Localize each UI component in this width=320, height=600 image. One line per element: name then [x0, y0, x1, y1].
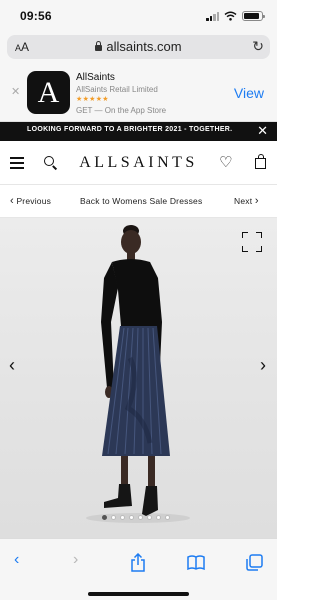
back-to-category-link[interactable]: Back to Womens Sale Dresses	[80, 196, 202, 206]
promo-banner: LOOKING FORWARD TO A BRIGHTER 2021 - TOG…	[0, 122, 277, 141]
gallery-dot[interactable]	[129, 515, 134, 520]
brand-logo[interactable]: ALLSAINTS	[0, 154, 277, 172]
product-navigation: ‹ Previous Back to Womens Sale Dresses N…	[0, 185, 277, 218]
gallery-dot[interactable]	[165, 515, 170, 520]
gallery-prev-icon[interactable]: ‹	[9, 355, 15, 376]
model-figure	[86, 225, 190, 523]
battery-level	[244, 13, 260, 19]
gallery-dot[interactable]	[138, 515, 143, 520]
previous-link[interactable]: ‹ Previous	[10, 195, 52, 207]
app-get-text: GET — On the App Store	[76, 106, 167, 115]
chevron-right-icon: ›	[254, 195, 259, 207]
product-image-gallery[interactable]: ‹ ›	[0, 218, 277, 538]
next-link[interactable]: Next ›	[234, 195, 259, 207]
url-text: allsaints.com	[106, 39, 182, 54]
forward-icon[interactable]: ›	[73, 551, 78, 569]
status-icons	[206, 11, 265, 21]
share-icon[interactable]	[130, 553, 146, 572]
status-time: 09:56	[20, 9, 52, 23]
gallery-dot[interactable]	[111, 515, 116, 520]
wifi-icon	[224, 11, 237, 21]
home-indicator	[88, 592, 189, 596]
app-company: AllSaints Retail Limited	[76, 85, 158, 94]
battery-icon	[242, 11, 265, 21]
browser-address-area: AA allsaints.com ↻	[0, 34, 277, 64]
site-header: ALLSAINTS ♡	[0, 141, 277, 185]
previous-label: Previous	[16, 196, 52, 206]
app-banner: ✕ A AllSaints AllSaints Retail Limited ★…	[0, 64, 277, 122]
gallery-dot[interactable]	[147, 515, 152, 520]
app-name: AllSaints	[76, 72, 115, 83]
gallery-next-icon[interactable]: ›	[260, 355, 266, 376]
gallery-dot[interactable]	[120, 515, 125, 520]
next-label: Next	[234, 196, 253, 206]
app-icon: A	[27, 71, 70, 114]
chevron-left-icon: ‹	[10, 195, 14, 207]
address-bar[interactable]: AA allsaints.com ↻	[7, 35, 270, 59]
gallery-dot[interactable]	[102, 515, 107, 520]
promo-text: LOOKING FORWARD TO A BRIGHTER 2021 - TOG…	[27, 126, 233, 133]
app-rating-stars: ★★★★★	[76, 96, 109, 103]
bag-icon[interactable]	[255, 154, 266, 169]
signal-icon	[206, 11, 219, 21]
gallery-pagination[interactable]	[102, 515, 170, 520]
url-display[interactable]: allsaints.com	[7, 39, 270, 54]
banner-close-icon[interactable]: ✕	[11, 85, 20, 98]
promo-close-icon[interactable]: ✕	[257, 124, 268, 138]
app-view-button[interactable]: View	[234, 85, 264, 101]
heart-icon[interactable]: ♡	[219, 155, 232, 170]
bookmarks-icon[interactable]	[187, 555, 205, 570]
tabs-icon[interactable]	[246, 554, 263, 571]
browser-toolbar: ‹ ›	[0, 538, 277, 600]
back-icon[interactable]: ‹	[14, 551, 19, 569]
gallery-dot[interactable]	[156, 515, 161, 520]
lock-icon	[95, 41, 103, 51]
status-bar: 09:56	[0, 0, 277, 34]
reload-icon[interactable]: ↻	[252, 38, 264, 55]
